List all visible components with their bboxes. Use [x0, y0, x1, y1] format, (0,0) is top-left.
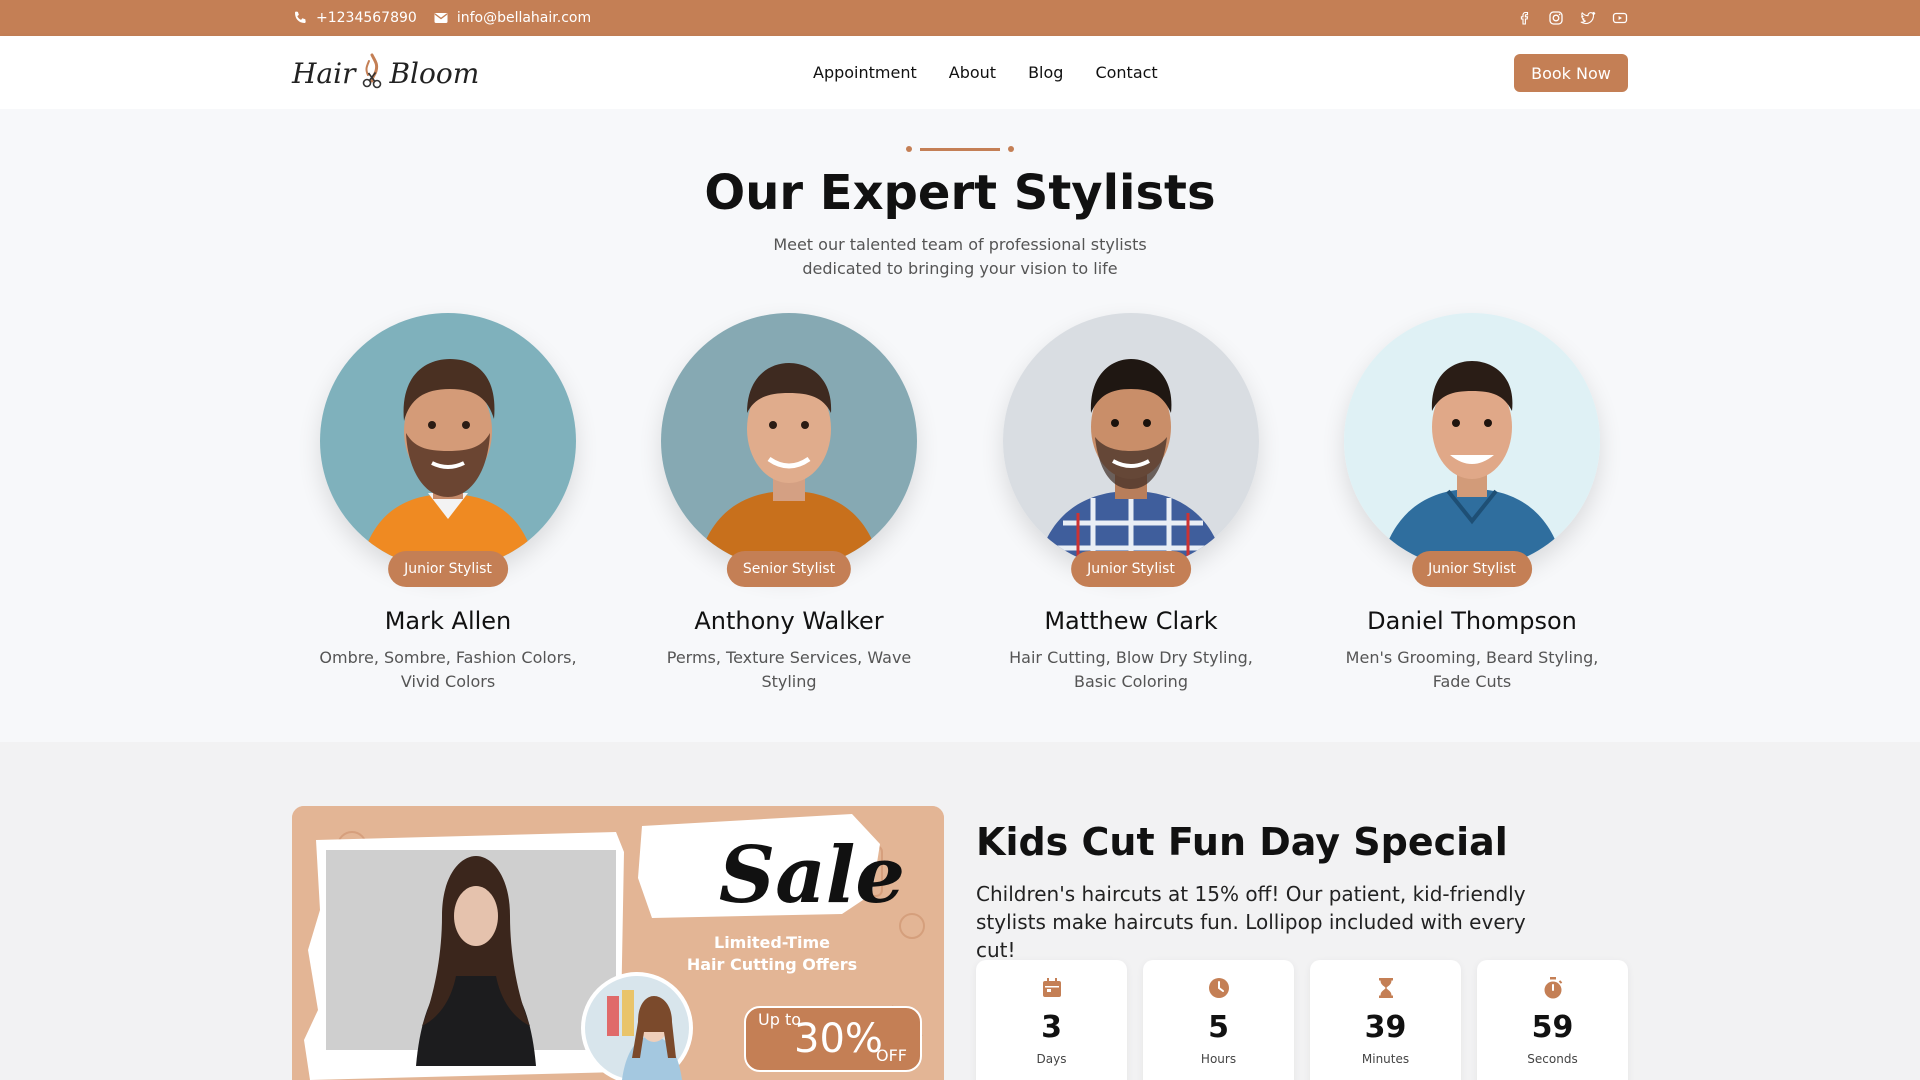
- countdown-hours: 5 Hours: [1143, 960, 1294, 1080]
- social-links: [1516, 0, 1628, 36]
- stylist-name: Daniel Thompson: [1367, 607, 1577, 635]
- stylist-name: Matthew Clark: [1044, 607, 1218, 635]
- promo-section: Sale Limited-Time Hair Cutting Offers Up…: [0, 742, 1920, 1080]
- divider-dot: [906, 146, 912, 152]
- mail-icon: [433, 10, 449, 26]
- stylist-specialties: Ombre, Sombre, Fashion Colors, Vivid Col…: [319, 648, 577, 691]
- divider-line: [920, 147, 1000, 151]
- countdown-label: Days: [1036, 1052, 1067, 1066]
- countdown-days: 3 Days: [976, 960, 1127, 1080]
- promo-title: Kids Cut Fun Day Special: [976, 820, 1508, 864]
- stylist-photo: [1003, 313, 1259, 569]
- stopwatch-icon: [1541, 976, 1565, 1000]
- calendar-icon: [1040, 976, 1064, 1000]
- stylist-photo: [1344, 313, 1600, 569]
- main-nav: Appointment About Blog Contact: [813, 36, 1158, 109]
- stylist-role-badge: Senior Stylist: [726, 551, 852, 587]
- instagram-icon[interactable]: [1548, 10, 1564, 26]
- section-title: Our Expert Stylists: [704, 165, 1216, 221]
- stylist-card[interactable]: Senior Stylist Anthony Walker Perms, Tex…: [639, 313, 939, 694]
- email-link[interactable]: info@bellahair.com: [433, 10, 591, 26]
- divider-dot: [1008, 146, 1014, 152]
- clock-icon: [1207, 976, 1231, 1000]
- facebook-icon[interactable]: [1516, 10, 1532, 26]
- nav-about[interactable]: About: [949, 63, 996, 82]
- offer-text: Limited-Time Hair Cutting Offers: [672, 932, 872, 976]
- countdown-label: Hours: [1200, 1052, 1237, 1066]
- nav-blog[interactable]: Blog: [1028, 63, 1063, 82]
- contact-info: +1234567890 info@bellahair.com: [292, 0, 591, 36]
- stylist-specialties: Men's Grooming, Beard Styling, Fade Cuts: [1345, 648, 1599, 691]
- phone-icon: [292, 10, 308, 26]
- countdown-timer: 3 Days 5 Hours 39 Minutes 59 Seconds: [976, 960, 1628, 1080]
- book-now-button[interactable]: Book Now: [1514, 54, 1628, 92]
- countdown-minutes: 39 Minutes: [1310, 960, 1461, 1080]
- offer-line2: Hair Cutting Offers: [686, 955, 858, 974]
- stylist-specialties: Hair Cutting, Blow Dry Styling, Basic Co…: [1009, 648, 1253, 691]
- logo-text-left: Hair: [292, 56, 356, 90]
- scissors-logo-icon: [357, 53, 387, 93]
- stylist-card[interactable]: Junior Stylist Daniel Thompson Men's Gro…: [1322, 313, 1622, 694]
- section-divider: [906, 146, 1014, 152]
- stylist-photo: [661, 313, 917, 569]
- stylist-card[interactable]: Junior Stylist Matthew Clark Hair Cuttin…: [981, 313, 1281, 694]
- countdown-value: 59: [1531, 1010, 1574, 1045]
- countdown-value: 5: [1208, 1010, 1229, 1045]
- stylist-card[interactable]: Junior Stylist Mark Allen Ombre, Sombre,…: [298, 313, 598, 694]
- youtube-icon[interactable]: [1612, 10, 1628, 26]
- discount-badge: Up to 30% OFF: [744, 1006, 922, 1072]
- badge-suffix: OFF: [876, 1046, 907, 1065]
- countdown-value: 3: [1041, 1010, 1062, 1045]
- countdown-seconds: 59 Seconds: [1477, 960, 1628, 1080]
- nav-appointment[interactable]: Appointment: [813, 63, 917, 82]
- phone-number: +1234567890: [316, 10, 417, 26]
- stylist-name: Mark Allen: [384, 607, 512, 635]
- countdown-value: 39: [1364, 1010, 1407, 1045]
- badge-value: 30%: [794, 1016, 883, 1062]
- hourglass-icon: [1374, 976, 1398, 1000]
- countdown-label: Seconds: [1527, 1052, 1578, 1066]
- promo-description: Children's haircuts at 15% off! Our pati…: [976, 882, 1526, 962]
- stylist-role-badge: Junior Stylist: [1412, 551, 1532, 587]
- top-bar: +1234567890 info@bellahair.com: [0, 0, 1920, 36]
- twitter-icon[interactable]: [1580, 10, 1596, 26]
- phone-link[interactable]: +1234567890: [292, 10, 417, 26]
- section-subtitle: Meet our talented team of professional s…: [773, 235, 1147, 278]
- site-logo[interactable]: Hair Bloom: [292, 50, 479, 96]
- sale-text: Sale: [718, 830, 906, 921]
- nav-contact[interactable]: Contact: [1095, 63, 1157, 82]
- offer-line1: Limited-Time: [714, 933, 830, 952]
- stylist-role-badge: Junior Stylist: [388, 551, 508, 587]
- stylist-specialties: Perms, Texture Services, Wave Styling: [666, 648, 912, 691]
- stylist-photo: [320, 313, 576, 569]
- countdown-label: Minutes: [1361, 1052, 1410, 1066]
- stylist-role-badge: Junior Stylist: [1071, 551, 1191, 587]
- stylists-section: Our Expert Stylists Meet our talented te…: [0, 109, 1920, 742]
- sale-banner-image[interactable]: Sale Limited-Time Hair Cutting Offers Up…: [292, 806, 944, 1080]
- stylist-name: Anthony Walker: [694, 607, 884, 635]
- email-address: info@bellahair.com: [456, 10, 592, 26]
- main-navbar: Hair Bloom Appointment About Blog Contac…: [0, 36, 1920, 109]
- logo-text-right: Bloom: [389, 56, 480, 90]
